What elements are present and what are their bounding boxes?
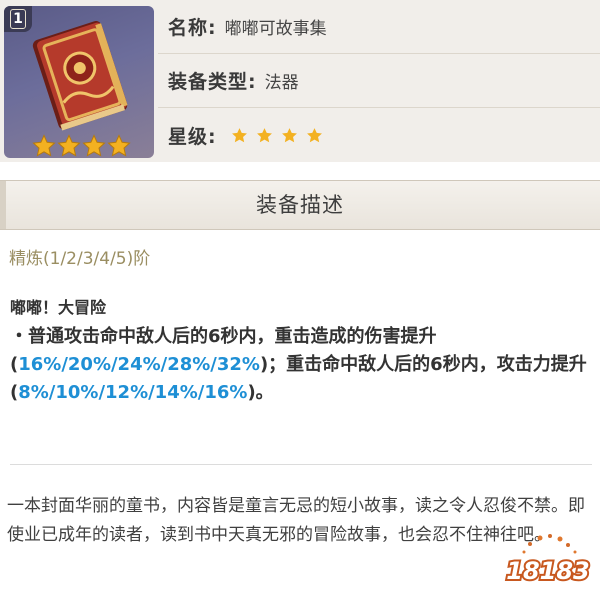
section-header: 装备描述	[0, 180, 600, 230]
section-title: 装备描述	[256, 193, 344, 217]
star-icon	[281, 127, 297, 142]
type-row: 装备类型: 法器	[158, 54, 600, 108]
watermark-logo: 18183	[504, 534, 592, 587]
weapon-thumbnail: 1	[4, 6, 154, 158]
book-icon	[32, 21, 128, 131]
effect-values-1: 16%/20%/24%/28%/32%	[18, 354, 260, 375]
star-icon	[306, 127, 322, 142]
info-rows: 名称: 嘟嘟可故事集 装备类型: 法器 星级:	[158, 0, 600, 162]
name-label: 名称:	[168, 17, 217, 39]
section-header-accent	[0, 181, 6, 229]
effect-title: 嘟嘟！大冒险	[10, 298, 107, 317]
rarity-stars	[231, 127, 323, 144]
effect-bullet: ・	[10, 326, 28, 347]
star-icon	[57, 134, 81, 157]
name-value: 嘟嘟可故事集	[224, 19, 327, 39]
rarity-label: 星级:	[168, 125, 217, 148]
effect-text-3: )。	[247, 382, 274, 403]
effect-text: ・普通攻击命中敌人后的6秒内，重击造成的伤害提升(16%/20%/24%/28%…	[10, 323, 595, 407]
star-icon	[107, 134, 131, 157]
divider	[10, 464, 592, 465]
name-row: 名称: 嘟嘟可故事集	[158, 0, 600, 54]
star-icon	[231, 127, 247, 142]
effect-values-2: 8%/10%/12%/14%/16%	[18, 382, 248, 403]
weapon-effect: 嘟嘟！大冒险 ・普通攻击命中敌人后的6秒内，重击造成的伤害提升(16%/20%/…	[10, 297, 595, 407]
type-value: 法器	[264, 73, 299, 93]
thumbnail-rarity	[32, 134, 131, 158]
star-icon	[32, 134, 56, 157]
type-label: 装备类型:	[168, 71, 257, 93]
star-icon	[256, 127, 272, 142]
watermark-text: 18183	[506, 557, 590, 585]
star-icon	[82, 134, 106, 157]
weapon-info-panel: 1 名称: 嘟嘟可故事集 装备类型: 法器 星级:	[0, 0, 600, 162]
refinement-label: 精炼(1/2/3/4/5)阶	[9, 249, 151, 269]
rarity-row: 星级:	[158, 108, 600, 162]
